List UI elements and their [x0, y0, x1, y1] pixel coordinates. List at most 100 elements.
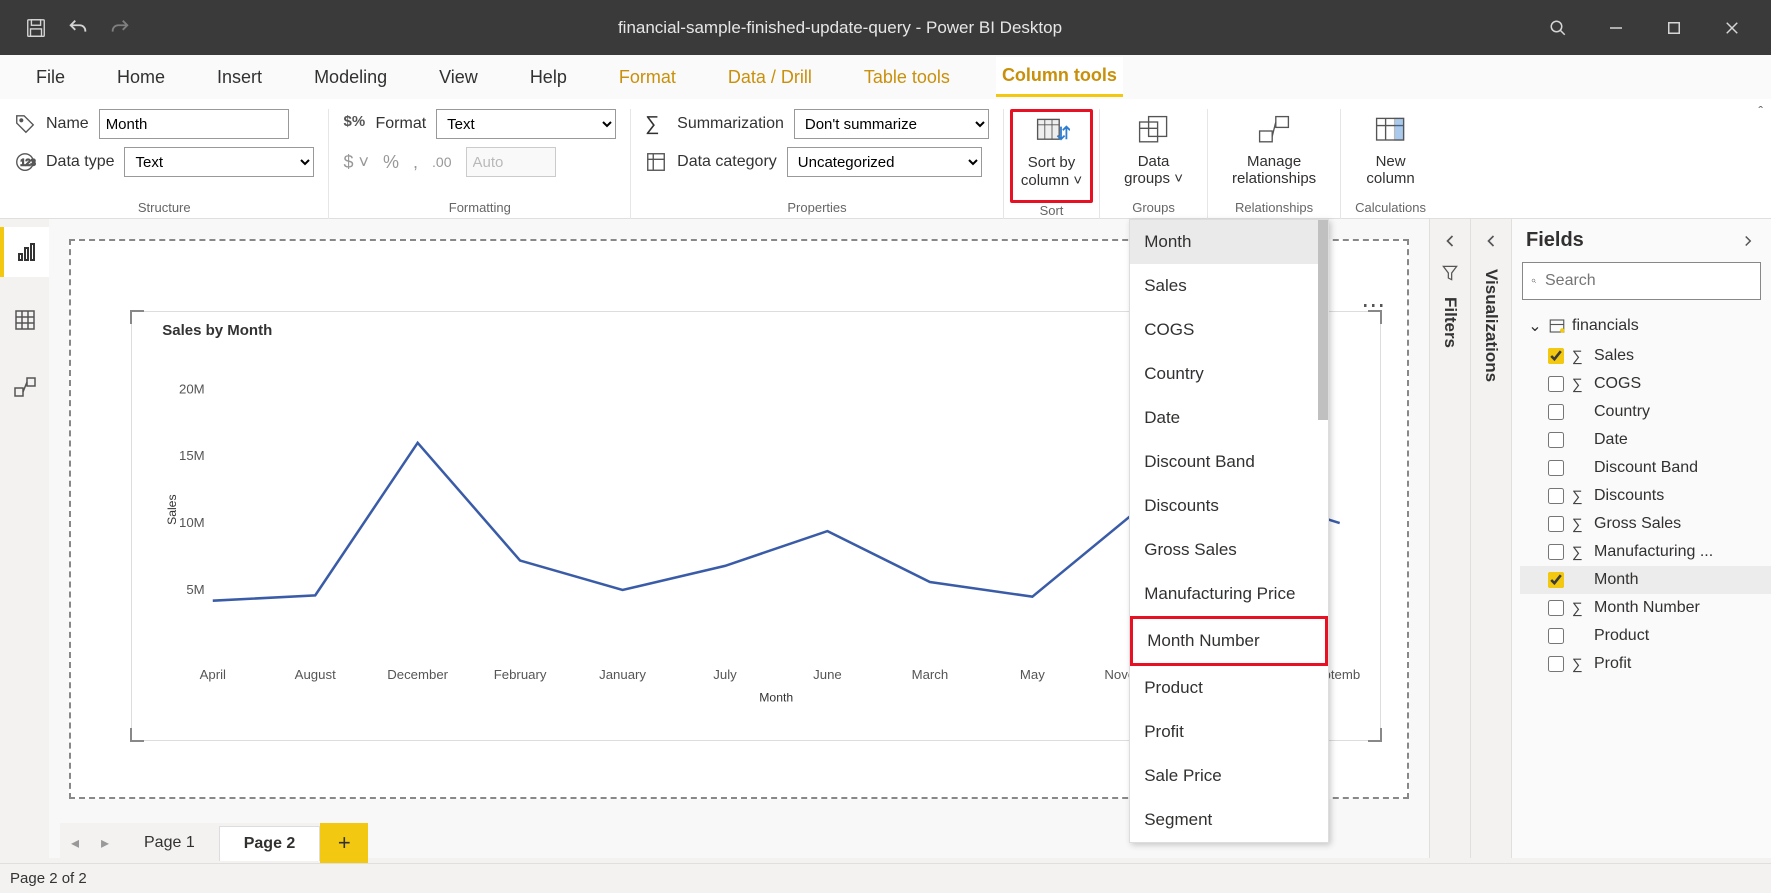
dropdown-item[interactable]: Sales	[1130, 264, 1328, 308]
field-checkbox[interactable]	[1548, 544, 1564, 560]
decimal-places-input[interactable]	[466, 147, 556, 177]
field-item[interactable]: Date	[1520, 426, 1771, 454]
summarization-select[interactable]: Don't summarize	[794, 109, 989, 139]
format-icon: $%	[343, 113, 365, 135]
fields-search[interactable]	[1522, 262, 1761, 300]
sort-button-label: Sort bycolumn ˅	[1021, 154, 1082, 190]
page-tab[interactable]: Page 2	[219, 826, 321, 861]
tab-table-tools[interactable]: Table tools	[858, 59, 956, 96]
collapse-ribbon-icon[interactable]: ˆ	[1758, 103, 1763, 119]
redo-icon[interactable]	[109, 17, 131, 39]
datatype-select[interactable]: Text	[124, 147, 314, 177]
dropdown-item[interactable]: Segment	[1130, 798, 1328, 842]
page-prev-button[interactable]: ◂	[60, 833, 90, 853]
dropdown-item[interactable]: Date	[1130, 396, 1328, 440]
tab-modeling[interactable]: Modeling	[308, 59, 393, 96]
table-row[interactable]: ⌄ financials	[1520, 310, 1771, 342]
field-checkbox[interactable]	[1548, 656, 1564, 672]
ribbon-group-relationships: Managerelationships Relationships	[1208, 109, 1341, 219]
group-label-groups: Groups	[1114, 200, 1193, 219]
fields-list: ⌄ financials ∑ Sales ∑ COGS Country Date…	[1512, 310, 1771, 858]
dropdown-item[interactable]: Discount Band	[1130, 440, 1328, 484]
field-item[interactable]: ∑ Profit	[1520, 650, 1771, 678]
field-checkbox[interactable]	[1548, 348, 1564, 364]
field-checkbox[interactable]	[1548, 432, 1564, 448]
comma-icon[interactable]: ,	[413, 152, 418, 173]
field-item[interactable]: ∑ Month Number	[1520, 594, 1771, 622]
data-groups-button[interactable]: Datagroups ˅	[1114, 109, 1193, 191]
svg-text:5M: 5M	[187, 582, 205, 597]
dropdown-item[interactable]: Sale Price	[1130, 754, 1328, 798]
datatype-label: Data type	[46, 153, 114, 171]
field-checkbox[interactable]	[1548, 488, 1564, 504]
sort-by-column-button[interactable]: Sort bycolumn ˅	[1010, 109, 1093, 203]
dropdown-item[interactable]: Discounts	[1130, 484, 1328, 528]
field-item[interactable]: ∑ COGS	[1520, 370, 1771, 398]
maximize-icon[interactable]	[1665, 19, 1683, 37]
dropdown-item[interactable]: Month	[1130, 220, 1328, 264]
add-page-button[interactable]: +	[320, 823, 368, 863]
field-name: Manufacturing ...	[1594, 543, 1713, 561]
decimal-icon[interactable]: .00	[432, 154, 451, 170]
dropdown-item[interactable]: Product	[1130, 666, 1328, 710]
new-column-button[interactable]: Newcolumn	[1355, 109, 1426, 191]
groups-button-label: Datagroups ˅	[1124, 153, 1183, 187]
field-item[interactable]: Discount Band	[1520, 454, 1771, 482]
chevron-right-icon[interactable]	[1739, 232, 1757, 250]
field-item[interactable]: Month	[1520, 566, 1771, 594]
data-view-button[interactable]	[0, 295, 49, 345]
tab-insert[interactable]: Insert	[211, 59, 268, 96]
report-canvas[interactable]: ⋯ Sales by Month 5M10M15M20MAprilAugustD…	[49, 219, 1429, 858]
scrollbar-thumb[interactable]	[1318, 220, 1328, 420]
save-icon[interactable]	[25, 17, 47, 39]
model-view-button[interactable]	[0, 363, 49, 413]
field-checkbox[interactable]	[1548, 516, 1564, 532]
minimize-icon[interactable]	[1607, 19, 1625, 37]
tab-file[interactable]: File	[30, 59, 71, 96]
dropdown-item[interactable]: Country	[1130, 352, 1328, 396]
category-icon	[645, 151, 667, 173]
tab-data-drill[interactable]: Data / Drill	[722, 59, 818, 96]
field-item[interactable]: ∑ Sales	[1520, 342, 1771, 370]
dropdown-item[interactable]: COGS	[1130, 308, 1328, 352]
visualizations-pane-collapsed[interactable]: Visualizations	[1470, 219, 1511, 858]
tab-view[interactable]: View	[433, 59, 484, 96]
new-column-icon	[1373, 113, 1409, 149]
tab-column-tools[interactable]: Column tools	[996, 57, 1123, 97]
field-item[interactable]: ∑ Manufacturing ...	[1520, 538, 1771, 566]
dropdown-item[interactable]: Month Number	[1130, 616, 1328, 666]
tab-home[interactable]: Home	[111, 59, 171, 96]
field-item[interactable]: ∑ Gross Sales	[1520, 510, 1771, 538]
dropdown-item[interactable]: Profit	[1130, 710, 1328, 754]
field-checkbox[interactable]	[1548, 460, 1564, 476]
page-next-button[interactable]: ▸	[90, 833, 120, 853]
format-select[interactable]: Text	[436, 109, 616, 139]
dropdown-item[interactable]: Gross Sales	[1130, 528, 1328, 572]
percent-icon[interactable]: %	[383, 152, 399, 173]
name-input[interactable]	[99, 109, 289, 139]
expand-icon[interactable]: ⌄	[1528, 316, 1542, 336]
search-input[interactable]	[1545, 272, 1752, 290]
manage-relationships-button[interactable]: Managerelationships	[1222, 109, 1326, 191]
undo-icon[interactable]	[67, 17, 89, 39]
field-item[interactable]: Country	[1520, 398, 1771, 426]
field-item[interactable]: ∑ Discounts	[1520, 482, 1771, 510]
currency-icon[interactable]: $ ˅	[343, 152, 369, 173]
field-checkbox[interactable]	[1548, 600, 1564, 616]
report-view-button[interactable]	[0, 227, 49, 277]
field-checkbox[interactable]	[1548, 628, 1564, 644]
tab-help[interactable]: Help	[524, 59, 573, 96]
dropdown-item[interactable]: Manufacturing Price	[1130, 572, 1328, 616]
field-checkbox[interactable]	[1548, 376, 1564, 392]
close-icon[interactable]	[1723, 19, 1741, 37]
field-checkbox[interactable]	[1548, 572, 1564, 588]
search-icon[interactable]	[1549, 19, 1567, 37]
filters-pane-collapsed[interactable]: Filters	[1429, 219, 1470, 858]
category-select[interactable]: Uncategorized	[787, 147, 982, 177]
table-icon	[1548, 317, 1566, 335]
field-checkbox[interactable]	[1548, 404, 1564, 420]
svg-text:June: June	[813, 667, 842, 682]
field-item[interactable]: Product	[1520, 622, 1771, 650]
page-tab[interactable]: Page 1	[120, 826, 219, 860]
tab-format[interactable]: Format	[613, 59, 682, 96]
